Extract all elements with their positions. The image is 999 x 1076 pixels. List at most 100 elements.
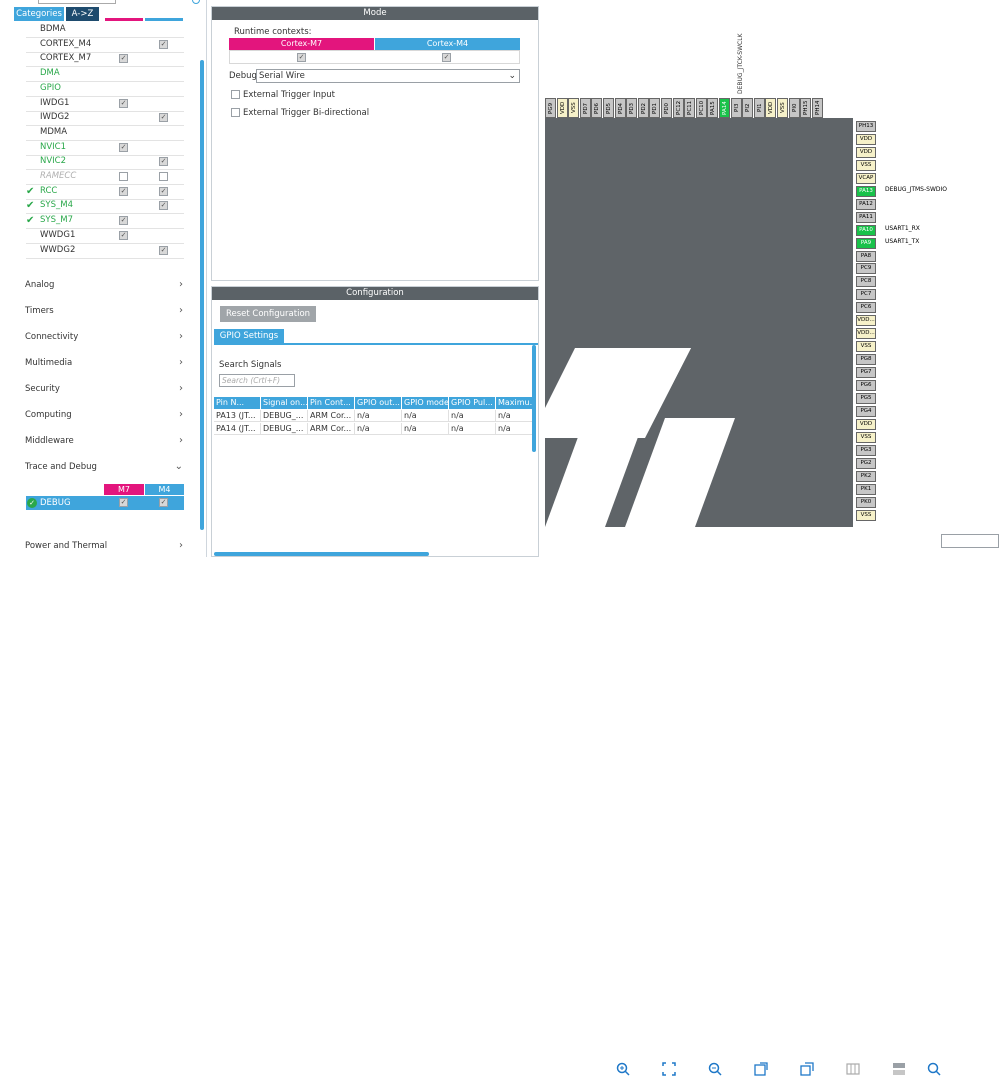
- pin-pg9[interactable]: PG9: [545, 98, 556, 118]
- table-cell[interactable]: n/a: [355, 410, 402, 422]
- pin-pc8[interactable]: PC8: [856, 276, 876, 288]
- list-item[interactable]: ✔ SYS_M4 ✓: [26, 198, 184, 215]
- pin-pa8[interactable]: PA8: [856, 250, 876, 262]
- zoom-out-icon[interactable]: [708, 1062, 722, 1076]
- pin-ph14[interactable]: PH14: [811, 98, 823, 118]
- tab-a-z[interactable]: A->Z: [66, 7, 99, 21]
- pin-vss[interactable]: VSS: [856, 509, 876, 521]
- split-view-icon[interactable]: [846, 1062, 860, 1076]
- category-connectivity[interactable]: Connectivity ›: [25, 328, 185, 346]
- search-signals-input[interactable]: Search (Crtl+F): [219, 374, 295, 387]
- pin-vdd[interactable]: VDD: [856, 146, 876, 158]
- list-item[interactable]: IWDG2 ✓: [26, 110, 184, 127]
- pin-vdd[interactable]: VDD...: [856, 328, 876, 340]
- list-item[interactable]: RAMECC: [26, 169, 184, 185]
- table-cell[interactable]: DEBUG_...: [261, 423, 308, 435]
- pin-pa15[interactable]: PA15: [707, 98, 719, 118]
- reset-configuration-button[interactable]: Reset Configuration: [220, 306, 316, 322]
- column-header[interactable]: Maximu...: [496, 397, 534, 409]
- pin-pi1[interactable]: PI1: [753, 98, 765, 118]
- pin-vss[interactable]: VSS: [777, 98, 788, 118]
- debug-m7-checkbox[interactable]: ✓: [119, 498, 128, 507]
- pin-pg2[interactable]: PG2: [856, 457, 876, 469]
- pin-vdd[interactable]: VDD: [765, 98, 777, 118]
- table-cell[interactable]: PA14 (JT...: [214, 423, 261, 435]
- list-item[interactable]: MDMA: [26, 125, 184, 141]
- peripheral-m7-checkbox[interactable]: ✓: [119, 230, 128, 240]
- pin-pk0[interactable]: PK0: [856, 496, 876, 508]
- list-item[interactable]: ✔ RCC ✓ ✓: [26, 184, 184, 200]
- pin-pa9[interactable]: PA9: [856, 237, 876, 249]
- pin-vdd[interactable]: VDD: [556, 98, 568, 118]
- grid-view-icon[interactable]: [892, 1062, 906, 1076]
- pin-pg8[interactable]: PG8: [856, 354, 876, 366]
- pin-pd0[interactable]: PD0: [661, 98, 672, 118]
- pin-ph15[interactable]: PH15: [800, 98, 812, 118]
- pin-vdd[interactable]: VDD: [856, 418, 876, 430]
- table-cell[interactable]: n/a: [449, 423, 496, 435]
- pin-pd4[interactable]: PD4: [614, 98, 626, 118]
- peripheral-m7-checkbox[interactable]: ✓: [119, 98, 128, 108]
- peripheral-m7-checkbox[interactable]: ✓: [119, 216, 128, 226]
- pin-pd3[interactable]: PD3: [626, 98, 638, 118]
- table-cell[interactable]: n/a: [355, 423, 402, 435]
- pin-pa12[interactable]: PA12: [856, 198, 876, 210]
- list-item[interactable]: IWDG1 ✓: [26, 96, 184, 112]
- zoom-in-icon[interactable]: [616, 1062, 630, 1076]
- pin-pd2[interactable]: PD2: [637, 98, 649, 118]
- list-item[interactable]: BDMA: [26, 22, 184, 38]
- pin-search-input[interactable]: [941, 534, 999, 548]
- pin-pc6[interactable]: PC6: [856, 302, 876, 314]
- list-item[interactable]: ✔ SYS_M7 ✓: [26, 213, 184, 230]
- table-cell[interactable]: PA13 (JT...: [214, 410, 261, 422]
- category-security[interactable]: Security ›: [25, 380, 185, 398]
- pin-pg5[interactable]: PG5: [856, 392, 876, 404]
- pin-ph13[interactable]: PH13: [856, 121, 876, 132]
- table-hscroll[interactable]: [214, 552, 429, 556]
- pin-pd1[interactable]: PD1: [649, 98, 661, 118]
- peripheral-m4-checkbox[interactable]: [159, 172, 168, 181]
- ctx-m4-checkbox[interactable]: ✓: [442, 53, 451, 62]
- category-power-and-thermal[interactable]: Power and Thermal ›: [25, 537, 185, 555]
- peripheral-m7-checkbox[interactable]: ✓: [119, 142, 128, 152]
- peripheral-m7-checkbox[interactable]: [119, 172, 128, 181]
- list-item[interactable]: NVIC2 ✓: [26, 154, 184, 171]
- peripheral-m4-checkbox[interactable]: ✓: [159, 201, 168, 211]
- fit-screen-icon[interactable]: [662, 1062, 676, 1076]
- pin-pc7[interactable]: PC7: [856, 289, 876, 301]
- list-item[interactable]: NVIC1 ✓: [26, 140, 184, 156]
- table-vscroll[interactable]: [532, 345, 536, 452]
- table-cell[interactable]: ARM Cor...: [308, 423, 355, 435]
- category-timers[interactable]: Timers ›: [25, 302, 185, 320]
- list-item[interactable]: WWDG1 ✓: [26, 228, 184, 244]
- column-header[interactable]: GPIO Pul...: [449, 397, 496, 409]
- pin-pg4[interactable]: PG4: [856, 405, 876, 417]
- category-computing[interactable]: Computing ›: [25, 406, 185, 424]
- pin-pa10[interactable]: PA10: [856, 224, 876, 236]
- list-item-debug[interactable]: ✓ DEBUG ✓ ✓: [26, 496, 184, 510]
- pin-pg3[interactable]: PG3: [856, 444, 876, 456]
- pin-pk1[interactable]: PK1: [856, 483, 876, 495]
- tab-categories[interactable]: Categories: [14, 7, 64, 21]
- peripheral-m7-checkbox[interactable]: ✓: [119, 186, 128, 196]
- pin-pd5[interactable]: PD5: [603, 98, 614, 118]
- list-item[interactable]: GPIO: [26, 81, 184, 97]
- pin-vcap[interactable]: VCAP: [856, 172, 876, 184]
- pin-pi0[interactable]: PI0: [788, 98, 800, 118]
- peripheral-m4-checkbox[interactable]: ✓: [159, 245, 168, 255]
- category-middleware[interactable]: Middleware ›: [25, 432, 185, 450]
- pin-vss[interactable]: VSS: [568, 98, 580, 118]
- list-item[interactable]: WWDG2 ✓: [26, 243, 184, 259]
- rotate-icon[interactable]: [800, 1062, 814, 1076]
- pin-pk2[interactable]: PK2: [856, 470, 876, 482]
- pin-pa14[interactable]: PA14: [719, 98, 730, 118]
- column-header[interactable]: GPIO out...: [355, 397, 402, 409]
- category-search-input[interactable]: [38, 0, 116, 4]
- pin-pg7[interactable]: PG7: [856, 367, 876, 379]
- category-multimedia[interactable]: Multimedia ›: [25, 354, 185, 372]
- export-image-icon[interactable]: [754, 1062, 768, 1076]
- column-header[interactable]: Pin N...: [214, 397, 261, 409]
- pin-pc10[interactable]: PC10: [695, 98, 707, 118]
- table-cell[interactable]: ARM Cor...: [308, 410, 355, 422]
- peripheral-m4-checkbox[interactable]: ✓: [159, 113, 168, 123]
